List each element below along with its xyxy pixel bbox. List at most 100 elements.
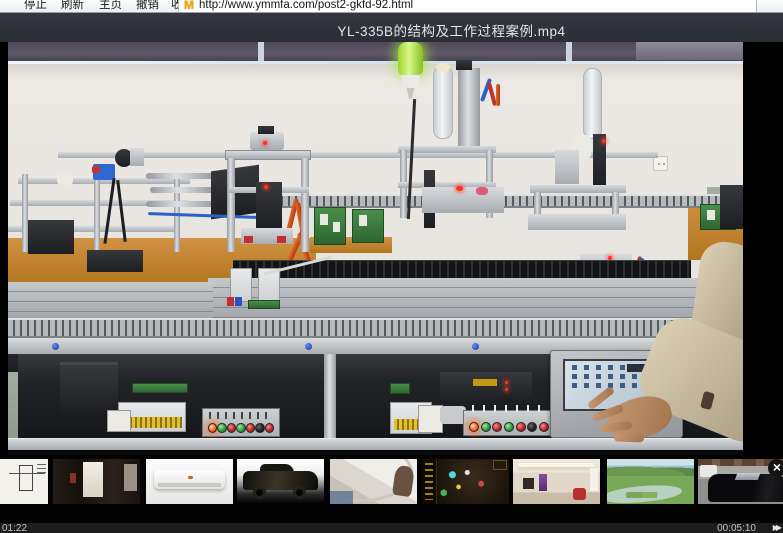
window-pane	[124, 464, 136, 491]
indicator-button-row	[208, 423, 274, 433]
pallet-part	[707, 210, 715, 220]
pushbutton-panel	[463, 410, 555, 436]
pallet-fixture	[314, 207, 346, 245]
button-red	[227, 423, 236, 433]
pallet-part	[320, 214, 328, 225]
button-red	[516, 422, 526, 432]
truck-wheel	[293, 486, 306, 499]
toggle-switch-row	[209, 412, 273, 419]
button-red	[246, 423, 255, 433]
window-light-line	[8, 61, 743, 64]
gantry-leg	[227, 158, 235, 252]
sorter-block	[555, 150, 579, 184]
blue-bolt	[472, 343, 479, 350]
player-control-bar[interactable]: 01:22 00:05:10 ▶▶	[0, 523, 783, 533]
cavity-divider-post	[324, 354, 336, 440]
socket-hole	[663, 163, 665, 165]
status-led	[505, 381, 508, 384]
diagram-notes	[37, 464, 46, 476]
thumbnail-game-scene[interactable]	[422, 459, 509, 504]
terminal-green-strip	[390, 383, 410, 394]
thumbnail-black-truck[interactable]	[237, 459, 324, 504]
button-black	[527, 422, 537, 432]
thumbnail-dark-room[interactable]	[53, 459, 140, 504]
signal-tower-green-light	[398, 42, 423, 75]
station-base	[528, 214, 626, 230]
purple-accent	[539, 474, 547, 491]
ac-vent	[158, 483, 221, 487]
sensor-led	[263, 141, 267, 145]
button-red	[539, 422, 549, 432]
tv-screen	[523, 478, 533, 489]
workpiece-white	[57, 172, 73, 185]
curtain-right-panel	[636, 42, 743, 60]
terminal-green-strip	[248, 300, 280, 309]
pushbutton-panel	[202, 408, 280, 437]
thumbnail-strip: × 01:22 00:05:10 ▶▶	[0, 455, 783, 533]
inverter-vfd	[60, 362, 118, 414]
rotary-actuator	[250, 132, 284, 150]
pallet-part	[359, 215, 367, 226]
guide-rod	[150, 187, 214, 193]
screen: 停止 刷新 主页 撤销 收藏 M http://www.ymmfa.com/po…	[0, 0, 783, 533]
curtain-gap	[566, 42, 572, 62]
toggle-pins	[472, 405, 546, 412]
screen-button-row	[572, 374, 642, 379]
tube-cap	[436, 63, 450, 72]
actuator-cap	[258, 126, 274, 134]
button-green	[217, 423, 226, 433]
thumbnail-ceiling-work[interactable]	[330, 459, 417, 504]
front-slotted-rail	[8, 318, 743, 338]
frame-post	[94, 174, 100, 252]
relay-module	[440, 372, 532, 402]
sensor-led	[602, 139, 606, 143]
curtain-gap	[258, 42, 264, 62]
socket-hole	[658, 163, 660, 165]
bright-window	[83, 462, 104, 497]
site-favicon-icon: M	[184, 0, 194, 11]
workpiece-pink	[476, 187, 488, 195]
button-red	[265, 423, 274, 433]
guide-rod	[146, 173, 214, 179]
nav-home[interactable]: 主页	[99, 0, 122, 12]
nav-stop[interactable]: 停止	[24, 0, 47, 12]
clamp-red	[244, 236, 253, 243]
laser-dot	[456, 186, 463, 191]
bench-deck	[208, 278, 743, 318]
gantry-top-beam	[225, 150, 311, 160]
pallet-part	[333, 222, 340, 232]
nav-undo[interactable]: 撤销	[136, 0, 159, 12]
video-title: YL-335B的结构及工作过程案例.mp4	[120, 20, 783, 40]
wire-orange	[496, 84, 500, 106]
purple-curtain	[8, 42, 743, 62]
blue-material	[330, 491, 353, 504]
yellow-wiring	[122, 417, 182, 428]
url-text: http://www.ymmfa.com/post2-gkfd-92.html	[199, 0, 413, 11]
red-chair	[573, 488, 586, 500]
cove-light	[518, 463, 595, 467]
thumbnail-air-conditioner[interactable]	[146, 459, 233, 504]
motor-box	[87, 250, 143, 272]
windshield	[735, 473, 760, 480]
valve-knob-red	[92, 166, 100, 173]
video-display[interactable]	[0, 42, 783, 455]
button-red	[492, 422, 502, 432]
indicator-button-row	[469, 422, 549, 432]
yellow-label	[473, 379, 497, 386]
feeder-unit	[28, 220, 74, 254]
column-cap	[456, 60, 472, 70]
guide-rod	[146, 201, 216, 207]
next-track-icon[interactable]: ▶▶	[773, 523, 779, 533]
video-frame[interactable]	[8, 42, 743, 455]
address-bar[interactable]: M http://www.ymmfa.com/post2-gkfd-92.htm…	[178, 0, 757, 13]
stack-tube	[583, 68, 602, 139]
nav-refresh[interactable]: 刷新	[61, 0, 84, 12]
clamp-red	[277, 236, 286, 243]
thumbnail-schematic-diagram[interactable]	[0, 459, 48, 504]
thumbnail-green-valley[interactable]	[607, 459, 694, 504]
blue-bolt	[305, 343, 312, 350]
elapsed-time: 01:22	[2, 523, 27, 533]
close-strip-button[interactable]: ×	[768, 459, 783, 477]
gantry-leg	[301, 158, 309, 252]
thumbnail-living-room[interactable]	[513, 459, 600, 504]
